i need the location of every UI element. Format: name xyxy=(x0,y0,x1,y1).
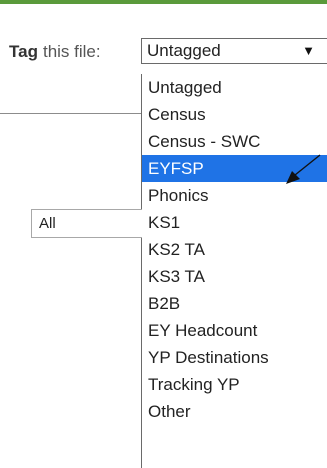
dropdown-option-eyfsp[interactable]: EYFSP xyxy=(142,155,327,182)
dropdown-option-other[interactable]: Other xyxy=(142,398,327,425)
tag-file-label-bold: Tag xyxy=(9,42,38,61)
tag-file-selected-value: Untagged xyxy=(147,41,221,60)
top-accent-bar xyxy=(0,0,327,4)
tag-file-label-rest: this file: xyxy=(42,42,101,61)
tag-file-select[interactable]: Untagged ▼ xyxy=(141,38,327,64)
dropdown-option-phonics[interactable]: Phonics xyxy=(142,182,327,209)
dropdown-option-untagged[interactable]: Untagged xyxy=(142,74,327,101)
dropdown-option-yp-destinations[interactable]: YP Destinations xyxy=(142,344,327,371)
tag-file-label: Tag this file: xyxy=(9,39,101,65)
dropdown-option-b2b[interactable]: B2B xyxy=(142,290,327,317)
all-filter-select[interactable]: All xyxy=(31,209,142,238)
dropdown-option-census-swc[interactable]: Census - SWC xyxy=(142,128,327,155)
screenshot-stage: Tag this file: Untagged ▼ Untagged Censu… xyxy=(0,0,327,468)
dropdown-option-ks2-ta[interactable]: KS2 TA xyxy=(142,236,327,263)
dropdown-option-census[interactable]: Census xyxy=(142,101,327,128)
chevron-down-icon: ▼ xyxy=(302,43,315,58)
dropdown-option-ks3-ta[interactable]: KS3 TA xyxy=(142,263,327,290)
dropdown-option-ey-headcount[interactable]: EY Headcount xyxy=(142,317,327,344)
section-divider-line xyxy=(0,113,141,114)
dropdown-option-tracking-yp[interactable]: Tracking YP xyxy=(142,371,327,398)
tag-file-dropdown-list[interactable]: Untagged Census Census - SWC EYFSP Phoni… xyxy=(141,74,327,468)
dropdown-option-ks1[interactable]: KS1 xyxy=(142,209,327,236)
